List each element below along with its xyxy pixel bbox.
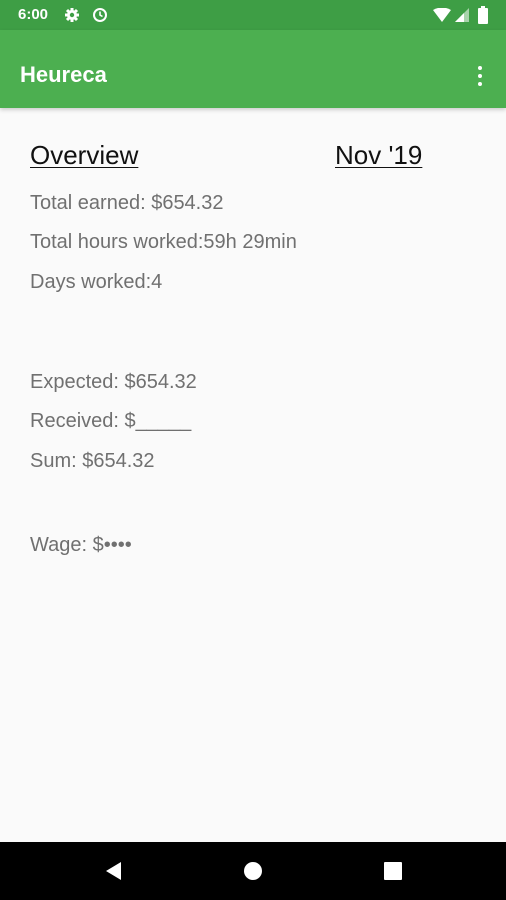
app-title: Heureca <box>20 62 107 87</box>
overview-content: Overview Nov '19 Total earned: $654.32 T… <box>0 108 506 842</box>
status-time: 6:00 <box>18 6 49 23</box>
expected-amount: Expected: $654.32 <box>30 371 197 393</box>
recents-icon[interactable] <box>377 855 409 887</box>
more-vert-icon-dot <box>478 74 482 78</box>
back-icon[interactable] <box>97 855 129 887</box>
overflow-menu-button[interactable] <box>466 63 494 91</box>
status-bar: 6:00 <box>0 0 506 30</box>
navigation-bar <box>0 842 506 900</box>
month-selector[interactable]: Nov '19 <box>335 138 422 172</box>
wifi-icon <box>433 8 451 22</box>
more-vert-icon <box>478 66 482 70</box>
sum-amount: Sum: $654.32 <box>30 450 155 472</box>
more-vert-icon-dot <box>478 82 482 86</box>
total-earned: Total earned: $654.32 <box>30 192 224 214</box>
total-hours-worked: Total hours worked:59h 29min <box>30 231 297 253</box>
received-amount[interactable]: Received: $_____ <box>30 408 191 434</box>
settings-icon <box>65 8 79 22</box>
cell-signal-icon <box>455 8 469 22</box>
app-bar: Heureca <box>0 30 506 108</box>
days-worked: Days worked:4 <box>30 271 163 293</box>
wage-amount[interactable]: Wage: $•••• <box>30 532 132 558</box>
overview-heading: Overview <box>30 140 139 170</box>
home-icon[interactable] <box>237 855 269 887</box>
battery-icon <box>478 6 488 24</box>
alarm-clock-icon <box>93 8 107 22</box>
